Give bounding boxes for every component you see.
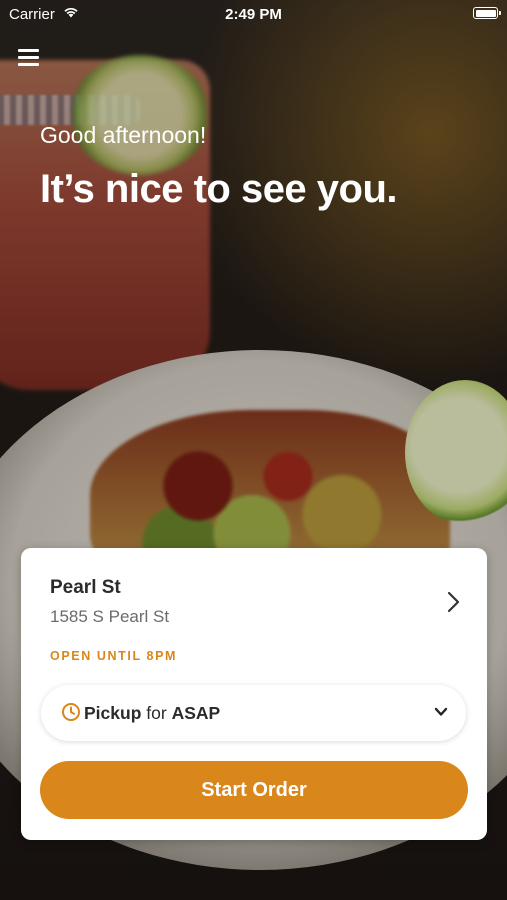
order-mode-selector[interactable]: Pickup for ASAP — [41, 685, 466, 741]
location-name: Pearl St — [50, 577, 121, 598]
order-time-label: ASAP — [171, 703, 221, 723]
order-mode-label: Pickup — [84, 703, 142, 723]
clock-icon — [62, 703, 80, 721]
headline-text: It’s nice to see you. — [40, 167, 398, 211]
order-mode-text: Pickup for ASAP — [84, 703, 220, 724]
clock-time: 2:49 PM — [225, 6, 282, 23]
location-address: 1585 S Pearl St — [50, 607, 170, 626]
greeting-text: Good afternoon! — [40, 122, 207, 148]
start-order-button[interactable]: Start Order — [40, 761, 468, 819]
order-mode-connector: for — [146, 703, 167, 723]
status-bar: Carrier 2:49 PM — [0, 0, 507, 28]
hours-status: OPEN UNTIL 8PM — [50, 649, 178, 663]
chevron-down-icon — [434, 707, 448, 716]
battery-icon — [473, 7, 501, 19]
hamburger-menu-icon[interactable] — [18, 46, 42, 68]
chevron-right-icon[interactable] — [443, 590, 463, 614]
location-card: Pearl St 1585 S Pearl St OPEN UNTIL 8PM … — [21, 548, 487, 840]
